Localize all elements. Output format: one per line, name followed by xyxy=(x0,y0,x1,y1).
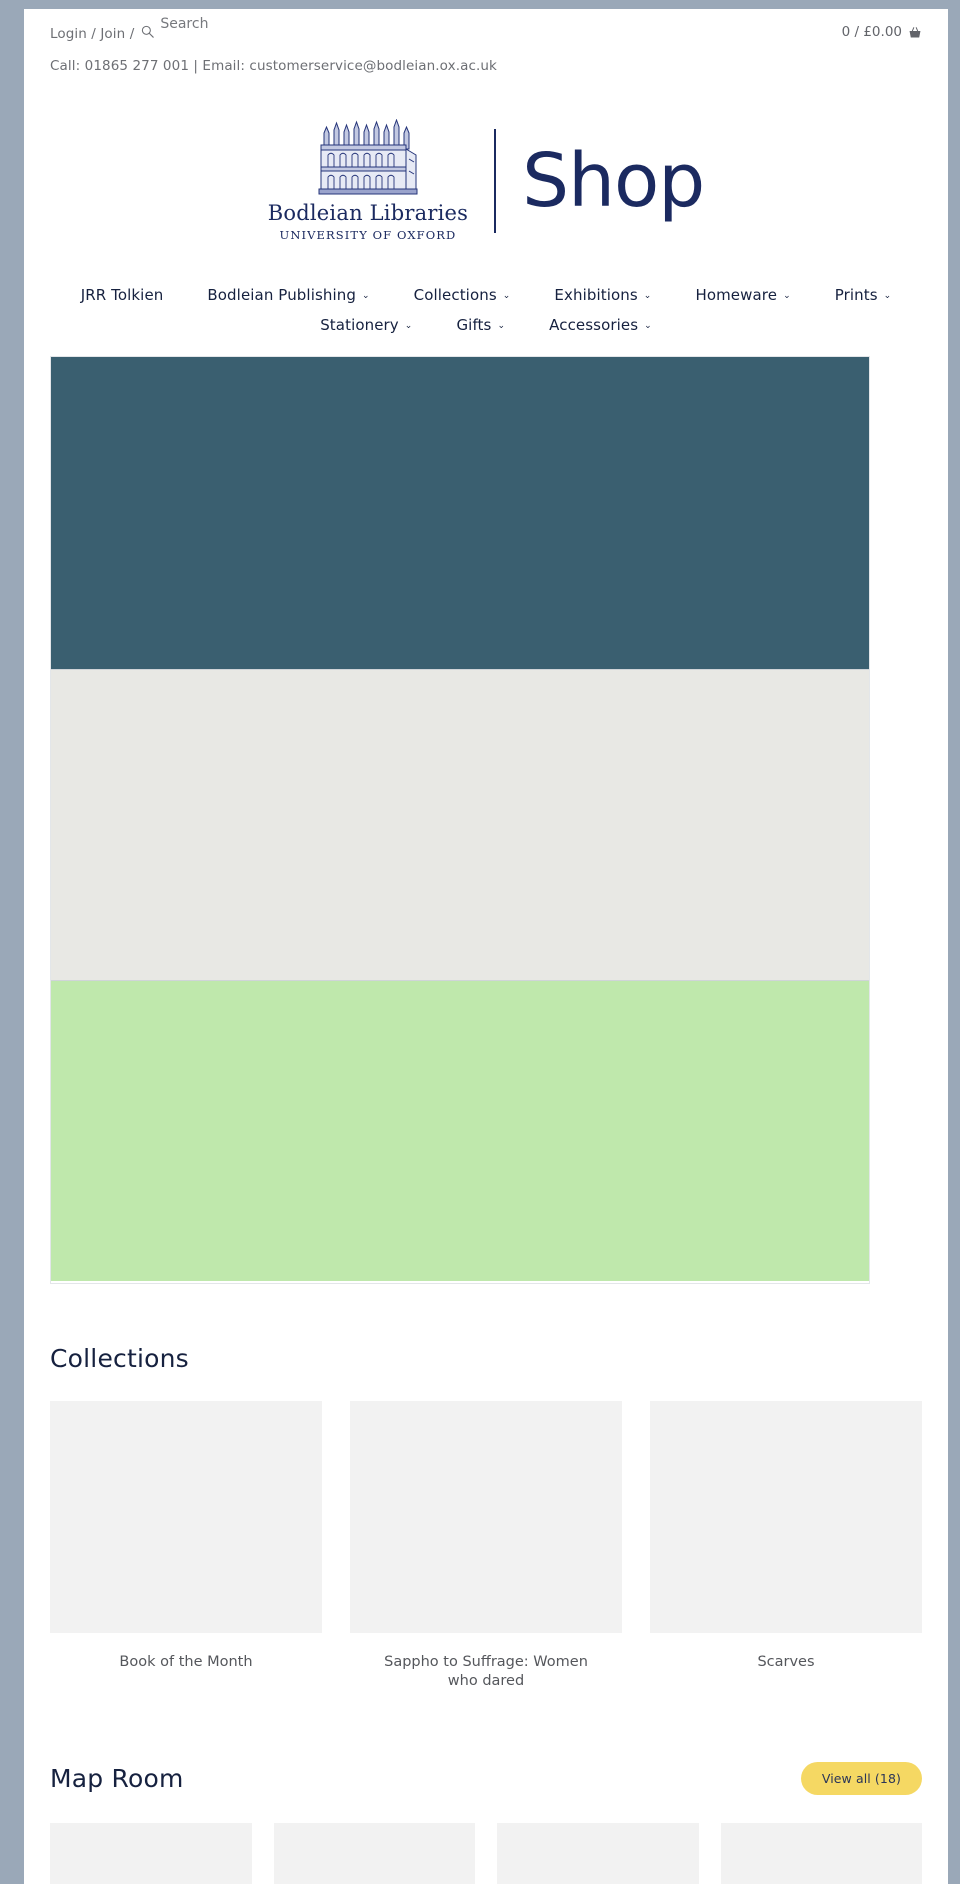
shop-wordmark: Shop xyxy=(522,137,705,224)
hero-band-green xyxy=(51,980,869,1281)
nav-item-label: Gifts xyxy=(456,315,492,334)
collection-card-image xyxy=(650,1400,922,1633)
nav-item-homeware[interactable]: Homeware ⌄ xyxy=(673,280,812,310)
nav-item-label: Collections xyxy=(413,285,497,304)
maproom-section-head: Map Room View all (18) xyxy=(50,1761,922,1795)
cart-summary[interactable]: 0 / £0.00 xyxy=(842,23,922,40)
login-join-links[interactable]: Login / Join / xyxy=(50,26,134,42)
hero-band-grey xyxy=(51,668,869,981)
nav-item-label: Stationery xyxy=(320,315,399,334)
nav-item-gifts[interactable]: Gifts ⌄ xyxy=(434,310,527,340)
nav-item-jrr-tolkien[interactable]: JRR Tolkien xyxy=(59,280,186,310)
nav-item-collections[interactable]: Collections ⌄ xyxy=(392,280,533,310)
collection-card-image xyxy=(350,1400,622,1633)
collection-card[interactable]: Book of the Month xyxy=(50,1400,322,1692)
nav-item-label: Accessories xyxy=(549,315,639,334)
nav-item-stationery[interactable]: Stationery ⌄ xyxy=(298,310,434,340)
hero-band-teal xyxy=(51,356,869,669)
chevron-down-icon: ⌄ xyxy=(644,320,652,331)
collections-title: Collections xyxy=(50,1343,189,1373)
search-box[interactable] xyxy=(141,16,281,39)
chevron-down-icon: ⌄ xyxy=(361,290,370,301)
collection-card-label: Scarves xyxy=(757,1653,815,1670)
collection-card-label: Sappho to Suffrage: Women who dared xyxy=(384,1653,588,1690)
logo-wordmark: Bodleian Libraries UNIVERSITY OF OXFORD xyxy=(267,200,469,243)
maproom-title: Map Room xyxy=(50,1763,184,1793)
search-icon[interactable] xyxy=(141,25,155,38)
shopping-basket-icon[interactable] xyxy=(908,26,922,39)
search-input[interactable] xyxy=(160,16,281,32)
nav-item-label: JRR Tolkien xyxy=(80,285,164,304)
collection-card[interactable]: Sappho to Suffrage: Women who dared xyxy=(350,1400,622,1692)
hero-banner[interactable] xyxy=(50,355,870,1284)
chevron-down-icon: ⌄ xyxy=(643,290,652,301)
chevron-down-icon: ⌄ xyxy=(404,320,413,331)
utility-left-group: Login / Join / xyxy=(50,16,281,42)
page-body: Login / Join / 0 / £0.00 xyxy=(24,9,948,1884)
browser-viewport-frame: Login / Join / 0 / £0.00 xyxy=(0,0,960,1884)
collection-card-image xyxy=(50,1400,322,1633)
contact-line: Call: 01865 277 001 | Email: customerser… xyxy=(50,57,497,74)
chevron-down-icon: ⌄ xyxy=(783,290,791,301)
nav-item-label: Homeware xyxy=(695,285,778,304)
nav-item-prints[interactable]: Prints ⌄ xyxy=(813,280,914,310)
cart-total-text: 0 / £0.00 xyxy=(841,24,902,40)
logo-name: Bodleian Libraries xyxy=(267,200,469,225)
bodleian-building-icon xyxy=(316,118,420,197)
collections-section-head: Collections xyxy=(50,1344,922,1373)
logo-inner: Bodleian Libraries UNIVERSITY OF OXFORD … xyxy=(267,118,705,243)
logo-subtitle: UNIVERSITY OF OXFORD xyxy=(279,228,457,243)
nav-item-label: Bodleian Publishing xyxy=(207,285,356,304)
utility-bar: Login / Join / 0 / £0.00 xyxy=(24,9,948,42)
chevron-down-icon: ⌄ xyxy=(883,290,892,301)
chevron-down-icon: ⌄ xyxy=(502,290,511,301)
nav-row: JRR Tolkien Bodleian Publishing ⌄ Collectio… xyxy=(50,280,922,340)
nav-item-accessories[interactable]: Accessories ⌄ xyxy=(527,310,674,340)
main-navigation: JRR Tolkien Bodleian Publishing ⌄ Collectio… xyxy=(24,280,948,340)
view-all-button[interactable]: View all (18) xyxy=(800,1761,922,1795)
maproom-section: Map Room View all (18) xyxy=(24,1761,948,1884)
collections-grid: Book of the Month Sappho to Suffrage: Wom… xyxy=(50,1400,922,1692)
collection-card[interactable]: Scarves xyxy=(650,1400,922,1692)
collection-card-label: Book of the Month xyxy=(119,1653,253,1670)
site-logo[interactable]: Bodleian Libraries UNIVERSITY OF OXFORD … xyxy=(24,118,948,243)
nav-item-bodleian-publishing[interactable]: Bodleian Publishing ⌄ xyxy=(185,280,391,310)
nav-item-label: Exhibitions xyxy=(554,285,638,304)
collections-section: Collections Book of the Month Sappho to S… xyxy=(24,1344,948,1692)
nav-item-label: Prints xyxy=(834,285,878,304)
nav-item-exhibitions[interactable]: Exhibitions ⌄ xyxy=(532,280,673,310)
chevron-down-icon: ⌄ xyxy=(497,320,506,331)
logo-mark-group: Bodleian Libraries UNIVERSITY OF OXFORD xyxy=(267,118,494,243)
